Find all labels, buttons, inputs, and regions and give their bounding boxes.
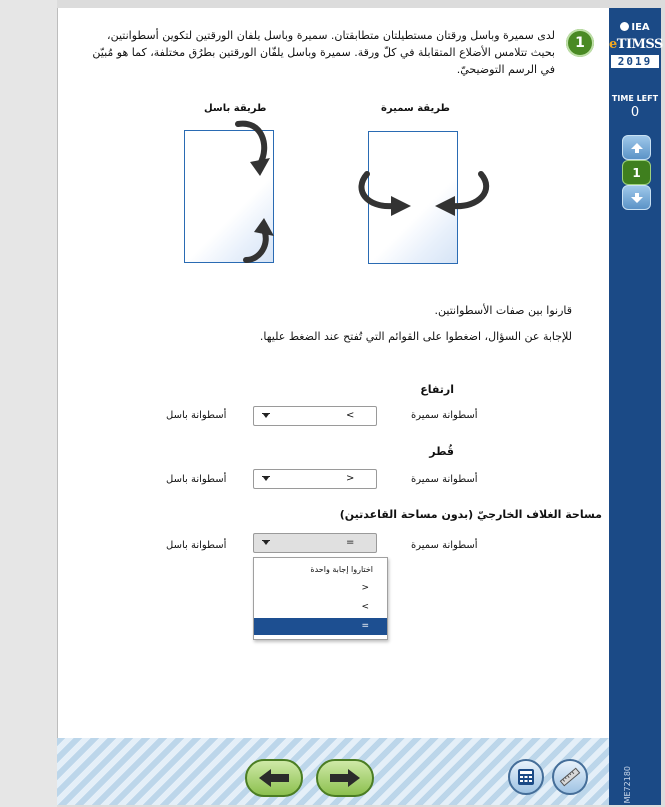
previous-item-button[interactable] [622, 135, 651, 160]
iea-globe-icon [620, 22, 630, 31]
back-arrow-icon [259, 769, 289, 787]
question-number: 1 [575, 35, 585, 51]
chevron-bar [262, 413, 270, 414]
height-select[interactable]: < [253, 406, 377, 426]
compare-text: قارنوا بين صفات الأسطوانتين. [434, 304, 572, 317]
chevron-down-icon [263, 541, 269, 545]
row-right-label: أسطوانة باسل [166, 410, 227, 421]
ruler-icon [559, 767, 581, 787]
row-left-label: أسطوانة سميرة [411, 540, 478, 551]
calculator-button[interactable] [508, 759, 544, 795]
row-title-diameter: قُطر [429, 445, 454, 458]
test-sidebar: IEA eTIMSS 2019 TIME LEFT 0 1 ME72180 [609, 8, 664, 805]
row-title-surface-area: مساحة الغلاف الخارجيّ (بدون مساحة القاعد… [339, 508, 602, 521]
dropdown-option-greater[interactable]: > [254, 599, 387, 616]
samira-roll-arrows [358, 171, 490, 216]
row-right-label: أسطوانة باسل [166, 474, 227, 485]
chevron-bar [262, 476, 270, 477]
dropdown-option-equal[interactable]: = [254, 618, 387, 635]
etimss-wordmark: eTIMSS [609, 37, 664, 52]
arrow-up-icon [630, 142, 643, 153]
question-number-badge: 1 [566, 29, 594, 57]
surface-area-select[interactable]: = [253, 533, 377, 553]
surface-area-dropdown: اختاروا إجابة واحدة < > = [253, 557, 388, 640]
app-frame: 1 لدى سميرة وباسل ورقتان مستطيلتان متطاب… [0, 0, 665, 807]
basel-roll-arrows [235, 120, 274, 263]
current-item-indicator[interactable]: 1 [622, 160, 651, 185]
calculator-icon [518, 769, 534, 785]
question-intro-text: لدى سميرة وباسل ورقتان مستطيلتان متطابقت… [92, 29, 555, 76]
back-button[interactable] [245, 759, 303, 797]
logo-year: 2019 [611, 55, 659, 68]
row-left-label: أسطوانة سميرة [411, 410, 478, 421]
item-code: ME72180 [623, 766, 632, 804]
next-item-button[interactable] [622, 185, 651, 210]
iea-logo: IEA [609, 22, 661, 33]
dropdown-placeholder[interactable]: اختاروا إجابة واحدة [254, 561, 387, 578]
chevron-down-icon [263, 477, 269, 481]
current-item-number: 1 [632, 165, 641, 180]
arrow-down-icon [630, 192, 643, 203]
height-select-value: < [346, 410, 355, 421]
row-left-label: أسطوانة سميرة [411, 474, 478, 485]
diameter-select-value: > [346, 473, 355, 484]
etimss-e: e [609, 37, 617, 52]
iea-text: IEA [631, 22, 650, 33]
chevron-bar [262, 540, 270, 541]
diameter-select[interactable]: > [253, 469, 377, 489]
time-left-label: TIME LEFT [611, 94, 659, 103]
etimss-text: TIMSS [616, 37, 664, 52]
time-left-value: 0 [630, 105, 640, 120]
surface-area-select-value: = [346, 537, 355, 548]
left-margin [0, 0, 57, 807]
ruler-button[interactable] [552, 759, 588, 795]
next-arrow-icon [330, 769, 360, 787]
etimss-logo: IEA eTIMSS 2019 [609, 20, 664, 82]
row-right-label: أسطوانة باسل [166, 540, 227, 551]
dropdown-option-less[interactable]: < [254, 580, 387, 597]
method-samira-label: طريقة سميرة [381, 103, 450, 114]
next-button[interactable] [316, 759, 374, 797]
row-title-height: ارتفاع [420, 383, 454, 396]
time-left-box: TIME LEFT 0 [611, 90, 659, 126]
chevron-down-icon [263, 414, 269, 418]
instruction-text: للإجابة عن السؤال، اضغطوا على القوائم ال… [259, 330, 572, 343]
